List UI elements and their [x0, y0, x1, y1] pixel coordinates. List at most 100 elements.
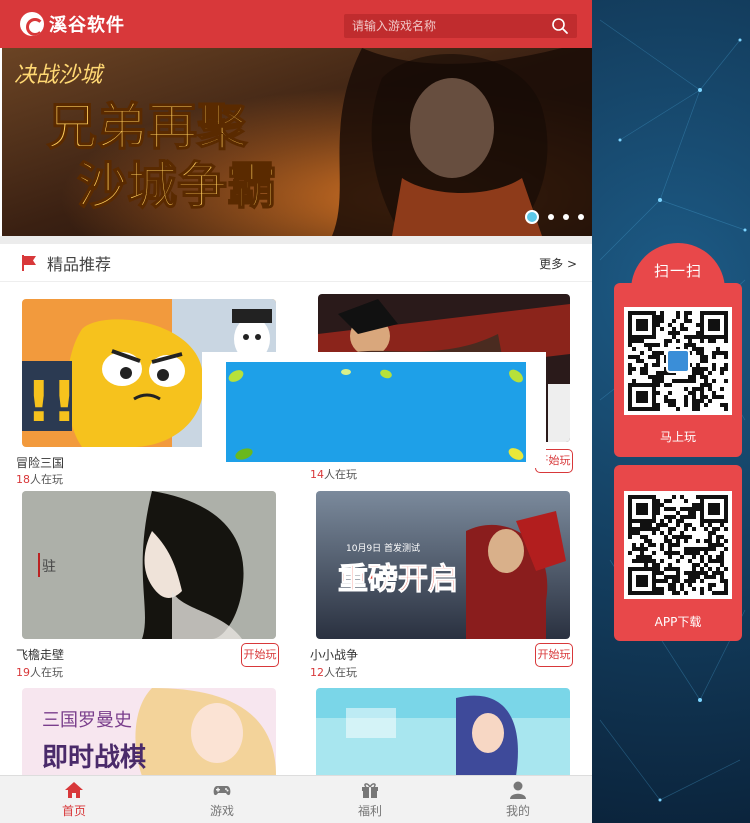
qr-module: [632, 407, 636, 411]
qr-module: [676, 591, 680, 595]
qr-module: [704, 375, 708, 379]
qr-module: [712, 335, 716, 339]
qr-module: [652, 591, 656, 595]
qr-module: [680, 587, 684, 591]
qr-module: [696, 495, 700, 499]
carousel-dot[interactable]: [548, 214, 554, 220]
qr-module: [688, 579, 692, 583]
qr-module: [688, 379, 692, 383]
qr-module: [644, 399, 648, 403]
qr-module: [636, 583, 640, 587]
qr-module: [724, 515, 728, 519]
thumb-title: 重磅开启: [338, 562, 458, 597]
qr-module: [632, 383, 636, 387]
qr-module: [652, 331, 656, 335]
qr-card-play[interactable]: 马上玩: [614, 283, 742, 457]
qr-module: [696, 335, 700, 339]
search-icon[interactable]: [551, 17, 569, 35]
qr-module: [688, 391, 692, 395]
qr-module: [652, 575, 656, 579]
qr-module: [704, 403, 708, 407]
qr-module: [688, 559, 692, 563]
search-input[interactable]: [344, 14, 544, 38]
brand-name: 溪谷软件: [49, 15, 125, 36]
qr-module: [628, 367, 632, 371]
qr-module: [684, 551, 688, 555]
qr-module: [692, 579, 696, 583]
qr-module: [716, 311, 720, 315]
game-thumbnail[interactable]: 三国罗曼史 即时战棋: [22, 688, 276, 776]
qr-module: [692, 403, 696, 407]
qr-module: [656, 375, 660, 379]
start-play-button[interactable]: 开始玩: [241, 643, 279, 667]
qr-card-download[interactable]: APP下载: [614, 465, 742, 641]
game-card[interactable]: [310, 688, 575, 776]
qr-module: [636, 559, 640, 563]
qr-module: [688, 375, 692, 379]
qr-module: [628, 531, 632, 535]
qr-module: [652, 403, 656, 407]
game-card[interactable]: 驻 飞檐走壁 19人在玩 开始玩: [16, 491, 281, 681]
qr-module: [692, 399, 696, 403]
qr-module: [656, 315, 660, 319]
qr-module: [656, 527, 660, 531]
qr-module: [680, 519, 684, 523]
qr-module: [656, 343, 660, 347]
qr-module: [632, 367, 636, 371]
tab-welfare[interactable]: 福利: [296, 776, 444, 823]
more-link[interactable]: 更多 >: [539, 255, 577, 272]
hero-banner[interactable]: 决战沙城 兄弟再聚 沙城争霸: [2, 48, 592, 236]
qr-module: [708, 511, 712, 515]
qr-module: [648, 527, 652, 531]
game-card[interactable]: 三国罗曼史 即时战棋: [16, 688, 281, 776]
qr-module: [644, 579, 648, 583]
game-thumbnail[interactable]: 10月9日 首发测试 重磅开启: [316, 491, 570, 639]
carousel-dot[interactable]: [563, 214, 569, 220]
game-card[interactable]: 10月9日 首发测试 重磅开启 小小战争 12人在玩 开始玩: [310, 491, 575, 681]
tab-games[interactable]: 游戏: [148, 776, 296, 823]
thumb-partial-title: 三国罗曼史: [42, 710, 132, 731]
qr-module: [640, 579, 644, 583]
qr-module: [672, 331, 676, 335]
qr-module: [644, 547, 648, 551]
qr-module: [636, 359, 640, 363]
qr-module: [724, 507, 728, 511]
qr-module: [696, 363, 700, 367]
qr-module: [712, 571, 716, 575]
qr-module: [692, 563, 696, 567]
qr-module: [644, 535, 648, 539]
game-thumbnail[interactable]: 驻: [22, 491, 276, 639]
qr-module: [664, 551, 668, 555]
game-thumbnail[interactable]: [316, 688, 570, 776]
qr-module: [724, 403, 728, 407]
qr-module: [700, 359, 704, 363]
qr-module: [668, 515, 672, 519]
qr-module: [692, 395, 696, 399]
qr-module: [652, 499, 656, 503]
tab-home[interactable]: 首页: [0, 776, 148, 823]
qr-module: [660, 523, 664, 527]
qr-module: [632, 335, 636, 339]
qr-module: [652, 559, 656, 563]
qr-module: [692, 503, 696, 507]
qr-module: [696, 575, 700, 579]
qr-module: [628, 523, 632, 527]
qr-module: [652, 343, 656, 347]
tab-profile[interactable]: 我的: [444, 776, 592, 823]
carousel-dot-active[interactable]: [525, 210, 539, 224]
brand-logo[interactable]: 溪谷软件: [20, 11, 125, 37]
floating-ad[interactable]: [202, 352, 546, 468]
qr-module: [724, 539, 728, 543]
qr-module: [716, 503, 720, 507]
qr-module: [692, 391, 696, 395]
qr-module: [700, 347, 704, 351]
qr-module: [660, 327, 664, 331]
qr-code-download[interactable]: [624, 491, 732, 599]
qr-code-play[interactable]: [624, 307, 732, 415]
start-play-button[interactable]: 开始玩: [535, 643, 573, 667]
qr-module: [640, 339, 644, 343]
qr-module: [680, 323, 684, 327]
qr-module: [664, 515, 668, 519]
qr-module: [676, 315, 680, 319]
carousel-dot[interactable]: [578, 214, 584, 220]
